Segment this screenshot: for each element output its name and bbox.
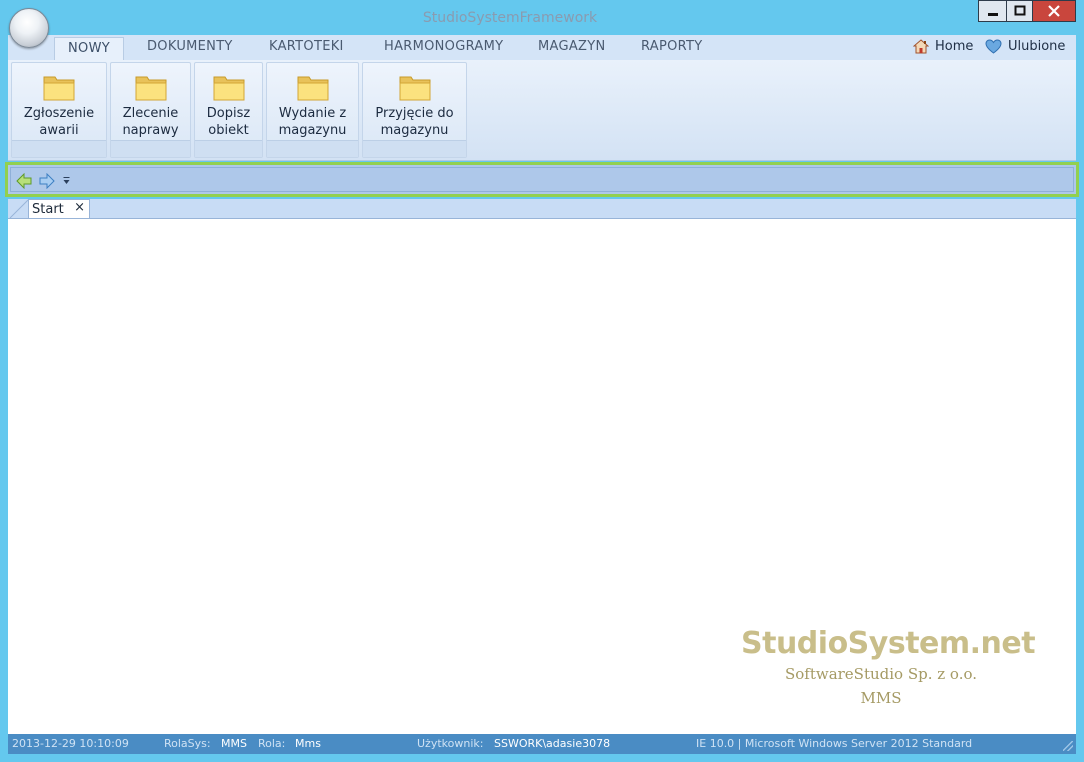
maximize-button[interactable] <box>1006 0 1033 22</box>
status-user-value: SSWORK\adasie3078 <box>494 737 611 750</box>
status-datetime: 2013-12-29 10:10:09 <box>12 737 129 750</box>
close-icon[interactable]: × <box>74 200 85 215</box>
status-rola-label: Rola: <box>258 737 286 750</box>
tab-harmonogramy[interactable]: HARMONOGRAMY <box>384 39 503 54</box>
close-icon <box>1048 5 1060 17</box>
application-window: StudioSystemFramework NOWY DOKUMENTY KAR… <box>0 0 1084 762</box>
tab-start[interactable]: Start × <box>28 199 90 218</box>
arrow-left-icon[interactable] <box>16 173 32 189</box>
button-label: Przyjęcie do magazynu <box>375 106 454 138</box>
favorites-link[interactable]: Ulubione <box>985 39 1065 54</box>
status-rolasys-value: MMS <box>221 737 247 750</box>
arrow-right-icon[interactable] <box>39 173 55 189</box>
button-label: Zlecenie naprawy <box>122 106 179 138</box>
maximize-icon <box>1014 5 1025 16</box>
brand-name: StudioSystem.net <box>741 626 1036 661</box>
application-orb-button[interactable] <box>9 8 49 48</box>
folder-icon <box>399 76 430 101</box>
heart-icon <box>985 39 1002 54</box>
dopisz-obiekt-button[interactable]: Dopisz obiekt <box>194 62 263 158</box>
navigation-bar <box>5 162 1079 197</box>
minimize-icon <box>987 13 998 16</box>
folder-icon <box>213 76 244 101</box>
close-button[interactable] <box>1032 0 1076 22</box>
minimize-button[interactable] <box>978 0 1007 22</box>
module-name: MMS <box>860 689 902 707</box>
tab-nowy[interactable]: NOWY <box>54 37 124 61</box>
zgloszenie-awarii-button[interactable]: Zgłoszenie awarii <box>11 62 107 158</box>
button-label: Dopisz obiekt <box>206 106 251 138</box>
status-environment: IE 10.0 | Microsoft Windows Server 2012 … <box>696 737 973 750</box>
tab-raporty[interactable]: RAPORTY <box>641 39 703 54</box>
tab-dokumenty[interactable]: DOKUMENTY <box>147 39 233 54</box>
folder-icon <box>297 76 328 101</box>
status-user-label: Użytkownik: <box>417 737 484 750</box>
status-rolasys-label: RolaSys: <box>164 737 211 750</box>
status-bar: 2013-12-29 10:10:09 RolaSys: MMS Rola: M… <box>8 734 1076 754</box>
home-link[interactable]: Home <box>913 39 973 54</box>
home-label: Home <box>935 39 974 54</box>
home-icon <box>913 39 929 54</box>
zlecenie-naprawy-button[interactable]: Zlecenie naprawy <box>110 62 191 158</box>
tab-kartoteki[interactable]: KARTOTEKI <box>269 39 344 54</box>
tab-magazyn[interactable]: MAGAZYN <box>538 39 606 54</box>
wydanie-z-magazynu-button[interactable]: Wydanie z magazynu <box>266 62 359 158</box>
przyjecie-do-magazynu-button[interactable]: Przyjęcie do magazynu <box>362 62 467 158</box>
favorites-label: Ulubione <box>1008 39 1066 54</box>
folder-icon <box>135 76 166 101</box>
company-name: SoftwareStudio Sp. z o.o. <box>784 665 978 683</box>
button-label: Zgłoszenie awarii <box>23 106 95 138</box>
ribbon-tab-bar: NOWY DOKUMENTY KARTOTEKI HARMONOGRAMY MA… <box>8 35 1076 61</box>
folder-icon <box>43 76 75 101</box>
document-tab-strip: Start × <box>8 199 1076 219</box>
status-rola-value: Mms <box>295 737 321 750</box>
branding-block: StudioSystem.net SoftwareStudio Sp. z o.… <box>741 626 1036 709</box>
button-label: Wydanie z magazynu <box>278 106 347 138</box>
chevron-down-icon[interactable] <box>63 177 70 185</box>
window-title: StudioSystemFramework <box>422 10 598 26</box>
tab-start-label: Start <box>32 201 64 217</box>
ribbon-panel: Zgłoszenie awarii Zlecenie naprawy Dopisz o… <box>8 60 1076 161</box>
resize-grip-icon[interactable] <box>1063 741 1073 751</box>
